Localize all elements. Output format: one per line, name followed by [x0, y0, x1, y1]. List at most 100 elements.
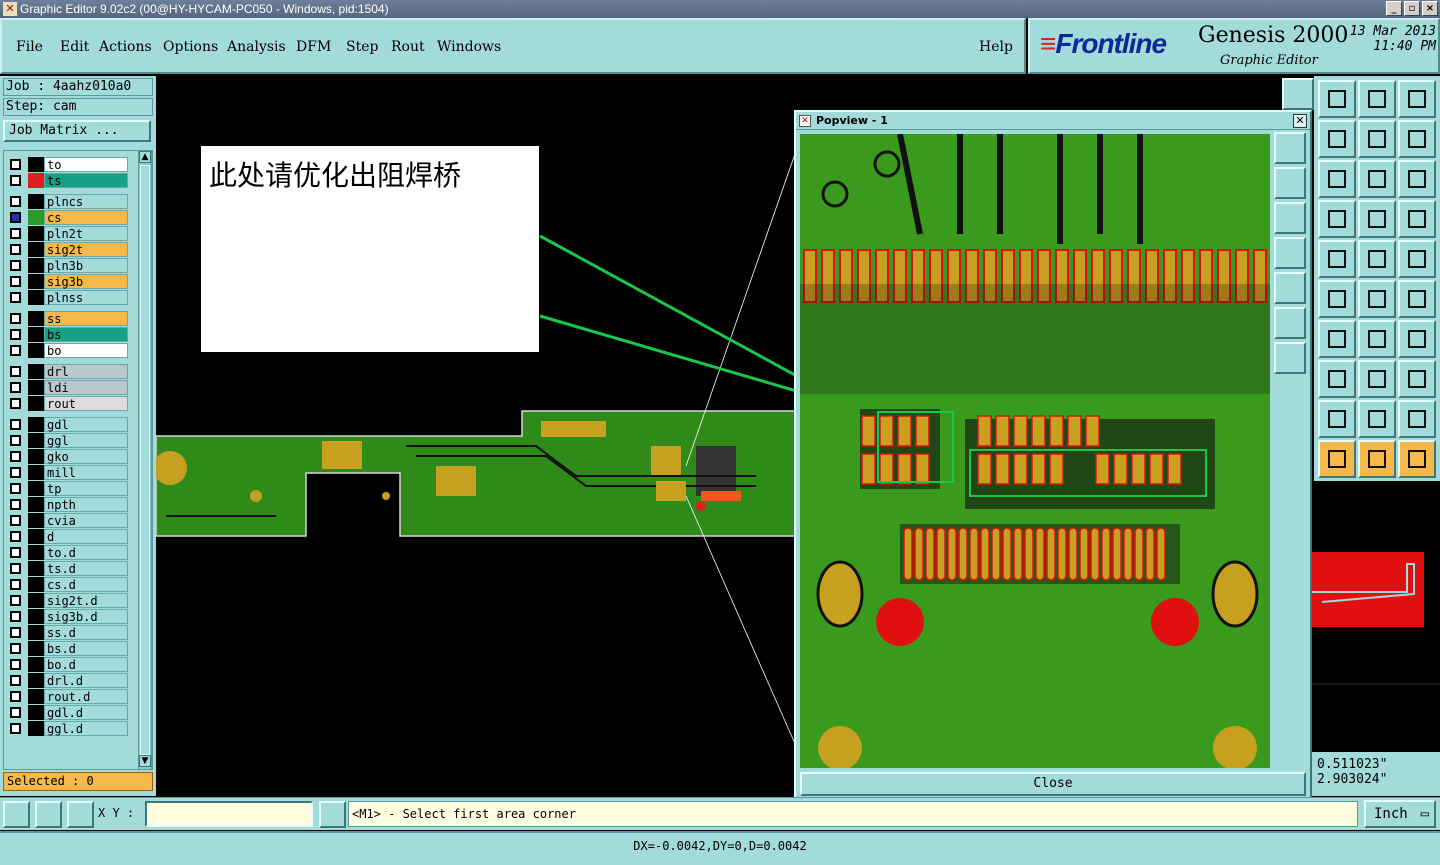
layer-name[interactable]: plncs	[44, 194, 128, 209]
slash-icon[interactable]	[1318, 320, 1356, 358]
layer-checkbox[interactable]	[10, 419, 21, 430]
layer-color-swatch[interactable]	[28, 705, 44, 720]
layer-color-swatch[interactable]	[28, 465, 44, 480]
line-red-icon[interactable]	[1398, 280, 1436, 318]
alert-icon[interactable]	[319, 801, 346, 828]
layer-color-swatch[interactable]	[28, 689, 44, 704]
layer-name[interactable]: drl.d	[44, 673, 128, 688]
layer-row[interactable]: gdl.d	[8, 705, 128, 720]
layer-name[interactable]: to	[44, 157, 128, 172]
layer-color-swatch[interactable]	[28, 157, 44, 172]
popview-up-button[interactable]	[1274, 167, 1306, 199]
layer-row[interactable]: mill	[8, 465, 128, 480]
layer-name[interactable]: bs	[44, 327, 128, 342]
popview-zoom-in-button[interactable]	[1274, 307, 1306, 339]
layer-row[interactable]: npth	[8, 497, 128, 512]
home-icon[interactable]	[1358, 80, 1396, 118]
layer-row[interactable]: cs	[8, 210, 128, 225]
layer-color-swatch[interactable]	[28, 274, 44, 289]
layer-checkbox[interactable]	[10, 292, 21, 303]
layer-name[interactable]: bo.d	[44, 657, 128, 672]
layer-checkbox[interactable]	[10, 723, 21, 734]
scale-icon[interactable]	[1358, 160, 1396, 198]
layer-name[interactable]: gdl	[44, 417, 128, 432]
layer-checkbox[interactable]	[10, 483, 21, 494]
menu-edit[interactable]: Edit	[60, 39, 89, 55]
measure-icon[interactable]	[35, 801, 62, 828]
help-icon[interactable]	[1398, 160, 1436, 198]
layer-scrollbar[interactable]: ▲ ▼	[138, 150, 152, 770]
layer-name[interactable]: rout	[44, 396, 128, 411]
layer-name[interactable]: sig3b.d	[44, 609, 128, 624]
layer-checkbox[interactable]	[10, 451, 21, 462]
zoom-area-icon[interactable]	[3, 801, 30, 828]
menu-dfm[interactable]: DFM	[296, 39, 331, 55]
layer-color-swatch[interactable]	[28, 545, 44, 560]
layer-color-swatch[interactable]	[28, 481, 44, 496]
layer-row[interactable]: drl	[8, 364, 128, 379]
layer-color-swatch[interactable]	[28, 311, 44, 326]
layer-color-swatch[interactable]	[28, 417, 44, 432]
select-icon[interactable]	[1318, 440, 1356, 478]
layer-checkbox[interactable]	[10, 579, 21, 590]
line-icon[interactable]	[1358, 280, 1396, 318]
layer-color-swatch[interactable]	[28, 327, 44, 342]
menu-actions[interactable]: Actions	[99, 39, 152, 55]
layer-color-swatch[interactable]	[28, 242, 44, 257]
layer-color-swatch[interactable]	[28, 513, 44, 528]
layer-row[interactable]: pln2t	[8, 226, 128, 241]
layer-color-swatch[interactable]	[28, 343, 44, 358]
layer-checkbox[interactable]	[10, 345, 21, 356]
layer-name[interactable]: tp	[44, 481, 128, 496]
layer-row[interactable]: sig3b	[8, 274, 128, 289]
units-select[interactable]: Inch ▭	[1364, 800, 1436, 828]
popview-close-button[interactable]: Close	[800, 772, 1306, 796]
measure-icon[interactable]	[1318, 240, 1356, 278]
layer-checkbox[interactable]	[10, 260, 21, 271]
layer-checkbox[interactable]	[10, 467, 21, 478]
layer-color-swatch[interactable]	[28, 396, 44, 411]
grid-snap-icon[interactable]	[67, 801, 94, 828]
layer-name[interactable]: ts.d	[44, 561, 128, 576]
layer-row[interactable]: to	[8, 157, 128, 172]
export-icon[interactable]	[1318, 120, 1356, 158]
layer-color-swatch[interactable]	[28, 258, 44, 273]
redraw-icon[interactable]	[1398, 120, 1436, 158]
triangle-line-icon[interactable]	[1358, 400, 1396, 438]
dimension-icon[interactable]	[1358, 360, 1396, 398]
minimize-button[interactable]: _	[1386, 1, 1402, 16]
layer-name[interactable]: sig3b	[44, 274, 128, 289]
menu-help[interactable]: Help	[979, 39, 1013, 55]
minimap[interactable]	[1312, 484, 1440, 749]
layer-checkbox[interactable]	[10, 366, 21, 377]
layer-checkbox[interactable]	[10, 611, 21, 622]
layer-row[interactable]: cvia	[8, 513, 128, 528]
layer-row[interactable]: pln3b	[8, 258, 128, 273]
layer-color-swatch[interactable]	[28, 625, 44, 640]
layer-row[interactable]: cs.d	[8, 577, 128, 592]
layer-name[interactable]: drl	[44, 364, 128, 379]
layer-checkbox[interactable]	[10, 244, 21, 255]
layer-row[interactable]: gko	[8, 449, 128, 464]
layer-name[interactable]: gko	[44, 449, 128, 464]
layer-checkbox[interactable]	[10, 212, 21, 223]
layer-checkbox[interactable]	[10, 627, 21, 638]
layer-color-swatch[interactable]	[28, 721, 44, 736]
layer-row[interactable]: ss.d	[8, 625, 128, 640]
layer-checkbox[interactable]	[10, 547, 21, 558]
layer-name[interactable]: ggl	[44, 433, 128, 448]
layer-row[interactable]: plnss	[8, 290, 128, 305]
layer-name[interactable]: sig2t	[44, 242, 128, 257]
layer-row[interactable]: drl.d	[8, 673, 128, 688]
shapes-icon[interactable]	[1398, 360, 1436, 398]
layer-name[interactable]: sig2t.d	[44, 593, 128, 608]
layer-color-swatch[interactable]	[28, 593, 44, 608]
snap-red-icon[interactable]	[1398, 200, 1436, 238]
layer-checkbox[interactable]	[10, 175, 21, 186]
menu-rout[interactable]: Rout	[391, 39, 425, 55]
layer-checkbox[interactable]	[10, 643, 21, 654]
layer-color-swatch[interactable]	[28, 226, 44, 241]
menu-windows[interactable]: Windows	[437, 39, 501, 55]
layer-color-swatch[interactable]	[28, 609, 44, 624]
layer-checkbox[interactable]	[10, 398, 21, 409]
